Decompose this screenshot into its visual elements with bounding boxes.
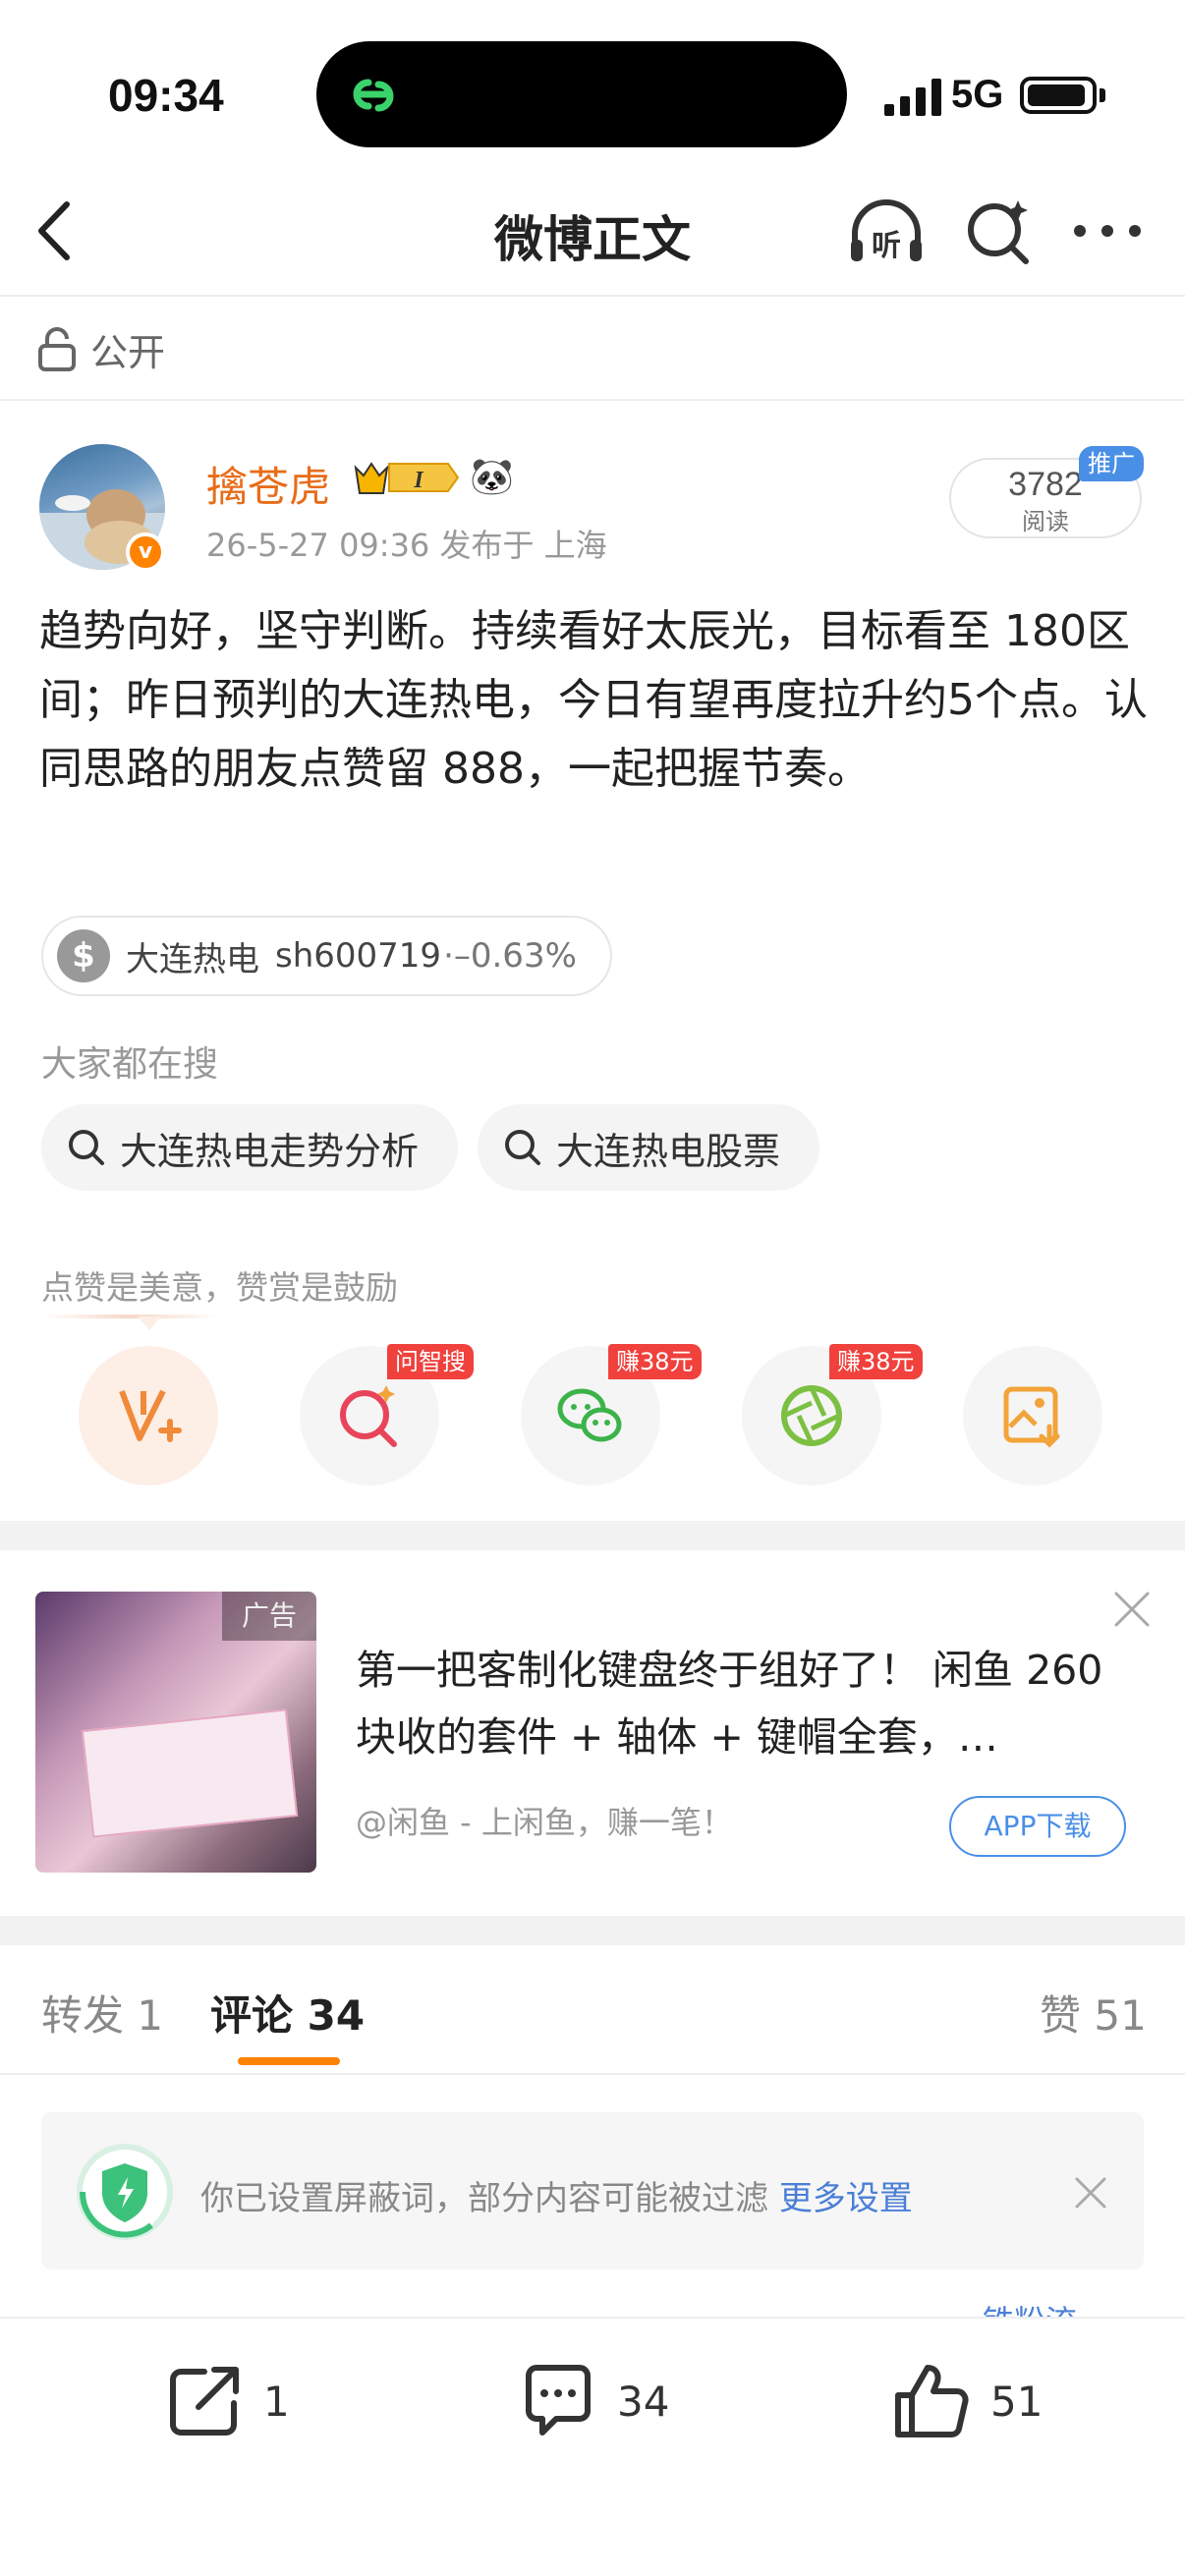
filter-notice-text: 你已设置屏蔽词，部分内容可能被过滤 更多设置 [200,2171,913,2219]
wechat-icon [557,1388,622,1442]
reward-v-plus-icon [119,1389,182,1442]
vip-crown-icon[interactable]: I [350,458,460,497]
read-label: 阅读 [1022,508,1069,535]
comment-count: 34 [617,2377,670,2426]
ad-source: @闲鱼 - 上闲鱼，赚一笔！ [356,1804,733,1841]
section-gap [0,1521,1185,1550]
ai-search-icon [340,1385,397,1447]
visibility-text: 公开 [90,330,166,374]
search-chip[interactable]: 大连热电走势分析 [41,1104,459,1191]
image-download-icon [1003,1386,1060,1448]
promo-badge[interactable]: 推广 [1079,446,1144,481]
status-time: 09:34 [108,70,224,121]
share-arrow-icon [170,2367,239,2436]
verified-badge-icon: v [126,532,165,572]
author-name[interactable]: 擒苍虎 [206,454,330,514]
more-icon[interactable] [1073,224,1142,238]
stock-code: sh600719 [275,936,442,976]
tab-repost[interactable]: 转发 1 [41,1983,163,2043]
battery-icon [1020,77,1097,114]
reward-underline [41,1315,218,1318]
search-icon [69,1130,104,1165]
dollar-icon: $ [57,929,110,982]
tab-like[interactable]: 赞 51 [1040,1983,1147,2043]
ad-image-card [81,1708,299,1838]
thumbs-up-icon [895,2365,969,2437]
reward-button[interactable] [79,1346,218,1485]
search-chip[interactable]: 大连热电股票 [478,1104,820,1191]
section-gap [0,1916,1185,1945]
more-settings-link[interactable]: 更多设置 [779,2179,913,2218]
signal-icon [884,79,941,116]
close-icon[interactable] [1110,1588,1154,1631]
headphone-listen-icon[interactable]: 听 [847,196,926,265]
reward-pointer [138,1316,161,1330]
bottom-action-bar [0,2317,1185,2576]
sort-option-peek[interactable]: 铁粉流 [983,2297,1077,2319]
divider [0,295,1185,297]
app-download-button[interactable]: APP下载 [949,1796,1126,1857]
ad-title[interactable]: 第一把客制化键盘终于组好了！ 闲鱼 260 块收的套件 + 轴体 + 键帽全套，… [356,1637,1122,1770]
search-icon [505,1130,540,1165]
divider [0,2073,1185,2075]
ai-ask-tag: 问智搜 [387,1344,474,1379]
earn-tag: 赚38元 [608,1344,702,1379]
tab-comment[interactable]: 评论 34 [210,1983,365,2043]
stock-tag[interactable]: $ 大连热电 sh600719 ·–0.63% [41,916,612,996]
ad-tag: 广告 [222,1592,316,1641]
post-meta: 26-5-27 09:36 发布于 上海 [206,527,607,564]
battery-cap [1100,88,1105,102]
filter-notice-message: 你已设置屏蔽词，部分内容可能被过滤 [200,2179,779,2218]
comment-button[interactable]: 34 [519,2362,669,2440]
trending-search-label: 大家都在搜 [41,1044,219,1085]
visibility-label: 公开 [37,324,166,374]
shield-lightning-icon [77,2144,173,2240]
search-chip-label: 大连热电走势分析 [120,1129,420,1173]
close-icon[interactable] [1071,2173,1110,2212]
panda-icon: 🐼 [470,457,514,497]
ai-search-icon[interactable] [963,196,1034,267]
stock-change: ·–0.63% [443,936,577,976]
active-tab-indicator [238,2057,340,2065]
ad-image[interactable]: 广告 [35,1592,316,1873]
repost-count: 1 [263,2377,290,2426]
camera-aperture-icon [781,1385,842,1446]
network-type: 5G [951,73,1004,116]
link-icon [353,79,394,112]
stock-name: 大连热电 [126,939,259,980]
repost-button[interactable]: 1 [165,2362,290,2440]
like-button[interactable]: 51 [892,2362,1043,2440]
reward-hint: 点赞是美意，赞赏是鼓励 [41,1268,398,1307]
comment-bubble-icon [526,2365,591,2436]
divider [0,399,1185,401]
search-chip-label: 大连热电股票 [556,1129,781,1173]
listen-label: 听 [872,229,901,263]
vip-level: I [413,468,424,493]
save-image-button[interactable] [963,1346,1102,1485]
like-count: 51 [990,2377,1044,2426]
post-text: 趋势向好，坚守判断。持续看好太辰光，目标看至 180区间；昨日预判的大连热电，今… [39,606,1148,794]
lock-open-icon [38,327,76,371]
earn-tag: 赚38元 [829,1344,923,1379]
